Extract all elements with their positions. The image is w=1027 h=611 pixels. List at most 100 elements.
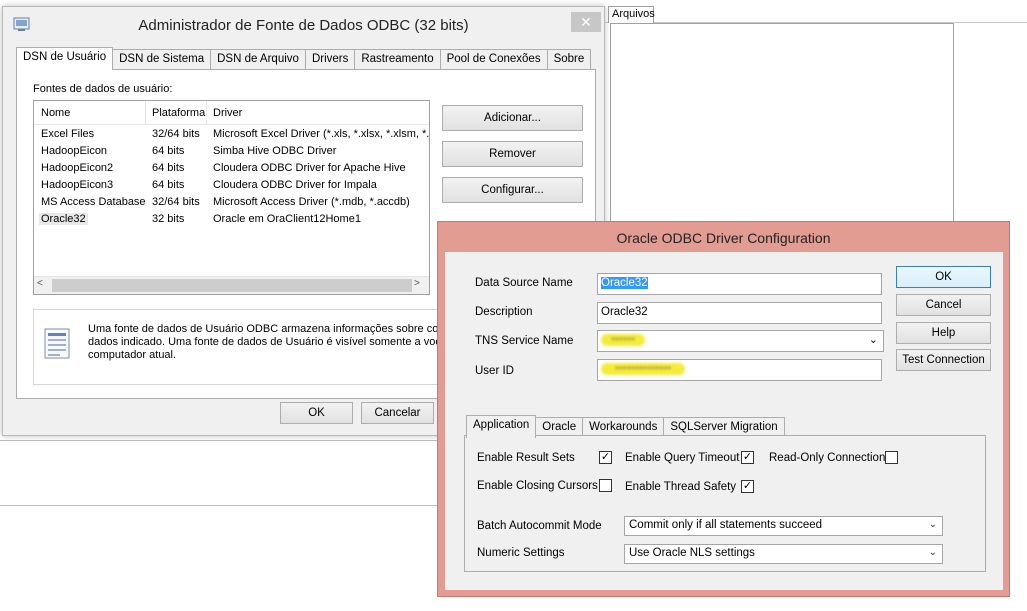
tab-connection-pooling[interactable]: Pool de Conexões: [439, 49, 548, 69]
tns-service-name-label: TNS Service Name: [475, 335, 574, 347]
check-icon: ✓: [600, 451, 611, 463]
enable-closing-cursors-label: Enable Closing Cursors: [477, 480, 598, 492]
description-field[interactable]: Oracle32: [597, 302, 882, 324]
data-source-name-field[interactable]: Oracle32: [597, 273, 882, 295]
numeric-settings-select[interactable]: Use Oracle NLS settings ⌄: [624, 544, 943, 564]
tab-oracle[interactable]: Oracle: [535, 417, 584, 437]
data-source-list[interactable]: Nome Plataforma Driver Excel Files 32/64…: [33, 100, 430, 295]
check-icon: ✓: [742, 480, 753, 492]
database-info-icon: [42, 327, 74, 361]
redacted-user-id-value: ••••••••••••••: [601, 363, 686, 375]
tab-about[interactable]: Sobre: [546, 49, 592, 69]
odbc-cancel-button[interactable]: Cancelar: [361, 402, 434, 424]
odbc-window-title: Administrador de Fonte de Dados ODBC (32…: [138, 17, 469, 34]
column-divider[interactable]: [206, 101, 207, 125]
tab-tracing[interactable]: Rastreamento: [354, 49, 441, 69]
redacted-tns-value: ••••••: [601, 334, 646, 346]
odbc-ok-button[interactable]: OK: [280, 402, 353, 424]
list-item[interactable]: Excel Files 32/64 bits Microsoft Excel D…: [34, 127, 430, 144]
numeric-settings-value: Use Oracle NLS settings: [629, 547, 755, 559]
test-connection-button[interactable]: Test Connection: [896, 349, 991, 371]
tab-application[interactable]: Application: [466, 415, 537, 438]
row-platform: 32/64 bits: [152, 196, 200, 208]
enable-query-timeout-label: Enable Query Timeout: [625, 452, 740, 464]
row-platform: 32 bits: [152, 213, 185, 225]
user-id-label: User ID: [475, 365, 514, 377]
read-only-connection-label: Read-Only Connection: [769, 452, 886, 464]
row-name: MS Access Database: [41, 196, 146, 208]
read-only-connection-checkbox[interactable]: [885, 451, 898, 464]
background-ribbon: [600, 6, 1027, 23]
row-driver: Simba Hive ODBC Driver: [213, 145, 337, 157]
batch-autocommit-select[interactable]: Commit only if all statements succeed ⌄: [624, 516, 943, 536]
list-item[interactable]: HadoopEicon3 64 bits Cloudera ODBC Drive…: [34, 178, 429, 195]
close-button[interactable]: ✕: [571, 12, 601, 32]
remove-button[interactable]: Remover: [442, 141, 583, 167]
chevron-down-icon[interactable]: ⌄: [929, 519, 937, 530]
description-label: Description: [475, 306, 533, 318]
row-platform: 64 bits: [152, 145, 185, 157]
oracle-config-dialog: Oracle ODBC Driver Configuration Data So…: [437, 221, 1010, 597]
row-platform: 64 bits: [152, 179, 185, 191]
scrollbar-thumb[interactable]: [52, 279, 412, 292]
column-divider[interactable]: [145, 101, 146, 125]
row-driver: Cloudera ODBC Driver for Impala: [213, 179, 377, 191]
tns-service-name-combobox[interactable]: •••••• ⌄: [597, 330, 884, 352]
row-name: Excel Files: [41, 128, 95, 140]
scroll-left-icon[interactable]: <: [37, 278, 49, 293]
tab-sqlserver-migration[interactable]: SQLServer Migration: [663, 417, 785, 437]
enable-result-sets-checkbox[interactable]: ✓: [599, 451, 612, 464]
list-header: Nome Plataforma Driver: [34, 101, 429, 125]
tab-file-dsn[interactable]: DSN de Arquivo: [210, 49, 306, 69]
row-driver: Cloudera ODBC Driver for Apache Hive: [213, 162, 406, 174]
user-id-field[interactable]: ••••••••••••••: [597, 359, 882, 381]
odbc-titlebar: Administrador de Fonte de Dados ODBC (32…: [3, 7, 604, 43]
tab-system-dsn[interactable]: DSN de Sistema: [112, 49, 212, 69]
data-source-name-label: Data Source Name: [475, 277, 573, 289]
cancel-button[interactable]: Cancel: [896, 294, 991, 316]
oracle-dialog-title: Oracle ODBC Driver Configuration: [616, 230, 831, 246]
close-icon: ✕: [580, 14, 592, 30]
row-driver: Oracle em OraClient12Home1: [213, 213, 361, 225]
ok-button[interactable]: OK: [896, 266, 991, 288]
row-driver: Microsoft Access Driver (*.mdb, *.accdb): [213, 196, 410, 208]
oracle-dialog-body: Data Source Name Oracle32 Description Or…: [445, 252, 1003, 590]
column-header-name[interactable]: Nome: [41, 107, 70, 119]
odbc-tab-strip: DSN de Usuário DSN de Sistema DSN de Arq…: [16, 47, 592, 70]
enable-query-timeout-checkbox[interactable]: ✓: [741, 451, 754, 464]
configure-button[interactable]: Configurar...: [442, 177, 583, 203]
add-button[interactable]: Adicionar...: [442, 105, 583, 131]
list-item[interactable]: HadoopEicon2 64 bits Cloudera ODBC Drive…: [34, 161, 429, 178]
enable-result-sets-label: Enable Result Sets: [477, 452, 575, 464]
tab-drivers[interactable]: Drivers: [304, 49, 356, 69]
row-platform: 64 bits: [152, 162, 185, 174]
application-panel: Enable Result Sets ✓ Enable Query Timeou…: [464, 435, 986, 572]
oracle-tab-strip: Application Oracle Workarounds SQLServer…: [466, 415, 785, 438]
column-header-driver[interactable]: Driver: [213, 107, 242, 119]
row-name: HadoopEicon2: [41, 162, 114, 174]
row-name: HadoopEicon: [41, 145, 108, 157]
chevron-down-icon[interactable]: ⌄: [929, 547, 937, 558]
enable-closing-cursors-checkbox[interactable]: [599, 479, 612, 492]
horizontal-scrollbar[interactable]: < >: [34, 276, 429, 294]
files-tab[interactable]: Arquivos: [608, 6, 655, 23]
row-driver: Microsoft Excel Driver (*.xls, *.xlsx, *…: [213, 128, 430, 140]
numeric-settings-label: Numeric Settings: [477, 547, 565, 559]
column-header-platform[interactable]: Plataforma: [152, 107, 205, 119]
chevron-down-icon[interactable]: ⌄: [869, 333, 878, 346]
description-value: Oracle32: [601, 306, 648, 318]
background-panel: [0, 440, 440, 506]
list-item[interactable]: MS Access Database 32/64 bits Microsoft …: [34, 195, 429, 212]
tab-user-dsn[interactable]: DSN de Usuário: [16, 47, 114, 70]
scroll-right-icon[interactable]: >: [414, 278, 426, 293]
enable-thread-safety-checkbox[interactable]: ✓: [741, 480, 754, 493]
data-source-name-value: Oracle32: [601, 277, 648, 289]
help-button[interactable]: Help: [896, 322, 991, 344]
files-panel: [610, 23, 954, 223]
tab-workarounds[interactable]: Workarounds: [582, 417, 665, 437]
user-data-sources-label: Fontes de dados de usuário:: [33, 83, 173, 95]
check-icon: ✓: [742, 451, 753, 463]
row-name: Oracle32: [39, 213, 88, 225]
list-item[interactable]: HadoopEicon 64 bits Simba Hive ODBC Driv…: [34, 144, 429, 161]
list-item-selected[interactable]: Oracle32 32 bits Oracle em OraClient12Ho…: [34, 212, 429, 229]
